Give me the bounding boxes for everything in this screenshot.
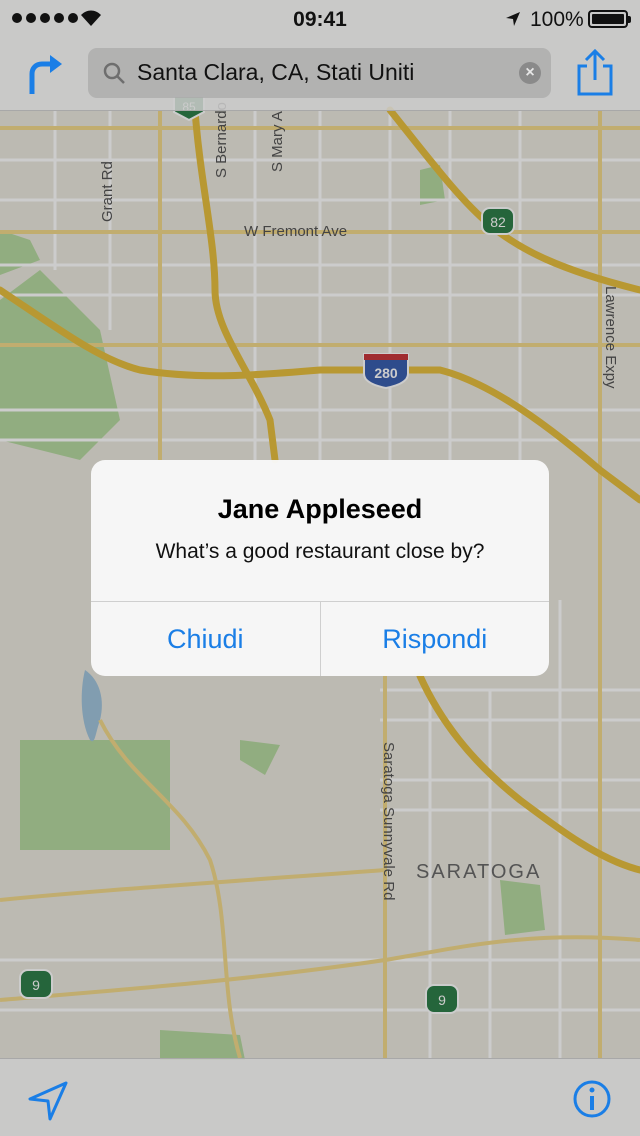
location-arrow-icon[interactable] bbox=[26, 1079, 70, 1123]
close-button[interactable]: Chiudi bbox=[91, 602, 320, 676]
directions-icon[interactable] bbox=[24, 52, 64, 96]
alert-title: Jane Appleseed bbox=[217, 494, 423, 524]
battery-percentage: 100% bbox=[530, 8, 584, 31]
reply-button[interactable]: Rispondi bbox=[319, 602, 550, 676]
alert-button-row: Chiudi Rispondi bbox=[91, 601, 549, 676]
notification-alert: Jane Appleseed What’s a good restaurant … bbox=[91, 460, 549, 676]
search-icon bbox=[103, 62, 125, 84]
search-query: Santa Clara, CA, Stati Uniti bbox=[137, 59, 415, 85]
status-bar: 09:41 100% bbox=[0, 0, 640, 40]
navigation-bar: Santa Clara, CA, Stati Uniti × bbox=[0, 40, 640, 111]
location-services-icon bbox=[506, 12, 520, 26]
search-field[interactable]: Santa Clara, CA, Stati Uniti × bbox=[88, 48, 551, 98]
battery-icon bbox=[588, 10, 631, 28]
bottom-toolbar bbox=[0, 1058, 640, 1136]
alert-message: What’s a good restaurant close by? bbox=[155, 540, 485, 563]
clear-icon[interactable]: × bbox=[519, 62, 541, 84]
info-icon[interactable] bbox=[572, 1079, 612, 1119]
maps-screen: 85 82 280 9 9 bbox=[0, 0, 640, 1136]
share-icon[interactable] bbox=[575, 48, 615, 98]
